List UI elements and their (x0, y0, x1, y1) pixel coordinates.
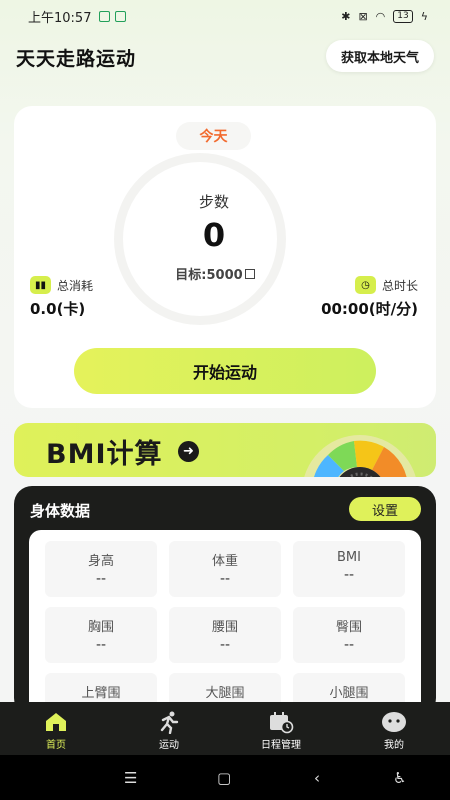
body-metric-height[interactable]: 身高 -- (45, 541, 157, 597)
home-square-icon[interactable]: ▢ (217, 769, 231, 787)
wifi-icon: ◠ (375, 9, 386, 23)
metric-label: 胸围 (87, 620, 114, 635)
charging-icon: ϟ (420, 9, 428, 23)
steps-value: 0 (202, 216, 226, 254)
nav-label: 我的 (384, 740, 404, 751)
calories-label: 总消耗 (57, 278, 94, 293)
body-metric-bmi[interactable]: BMI -- (293, 541, 405, 597)
body-metric-weight[interactable]: 体重 -- (169, 541, 281, 597)
nav-label: 日程管理 (261, 740, 301, 751)
goal-text: 目标:5000 (175, 268, 243, 283)
nav-label: 运动 (159, 740, 179, 751)
metric-value: -- (219, 571, 231, 587)
metric-label: BMI (337, 550, 361, 565)
system-nav-bar: ☰ ▢ ‹ ♿ (0, 755, 450, 800)
body-metric-hip[interactable]: 臀围 -- (293, 607, 405, 663)
bluetooth-icon: ✱ (341, 9, 351, 23)
metric-value: -- (95, 571, 107, 587)
steps-label: 步数 (198, 193, 229, 211)
start-exercise-button[interactable]: 开始运动 (74, 348, 376, 394)
nav-item-schedule[interactable]: 日程管理 (231, 702, 331, 755)
calories-stat: ▮▮ 总消耗 0.0(卡) (30, 276, 93, 319)
back-icon[interactable]: ‹ (314, 769, 320, 787)
menu-icon[interactable]: ☰ (124, 769, 137, 787)
duration-value: 00:00(时/分) (321, 300, 418, 318)
settings-button[interactable]: 设置 (349, 497, 421, 521)
metric-value: -- (219, 637, 231, 653)
nav-item-exercise[interactable]: 运动 (119, 702, 219, 755)
notification-icon (99, 10, 111, 22)
accessibility-icon[interactable]: ♿ (393, 769, 406, 787)
calories-value: 0.0(卡) (30, 300, 86, 318)
bottom-nav: 首页 运动 日程管理 我的 (0, 702, 450, 755)
metric-label: 身高 (87, 554, 114, 569)
bar-chart-icon: ▮▮ (30, 276, 51, 294)
body-data-title: 身体数据 (30, 502, 91, 520)
edit-icon[interactable] (244, 269, 255, 279)
nav-item-profile[interactable]: 我的 (344, 702, 444, 755)
metric-label: 大腿围 (205, 686, 245, 701)
metric-value: -- (95, 637, 107, 653)
nav-label: 首页 (46, 740, 66, 751)
sim-icon: ⊠ (358, 9, 368, 23)
running-icon (156, 710, 182, 734)
bmi-banner[interactable]: BMI计算 ➜ (14, 423, 436, 477)
calendar-icon (268, 710, 294, 734)
status-time: 上午10:57 (28, 10, 92, 26)
body-metric-waist[interactable]: 腰围 -- (169, 607, 281, 663)
duration-label: 总时长 (381, 278, 418, 293)
bmi-gauge-icon (304, 435, 416, 477)
metric-value: -- (343, 567, 355, 583)
get-weather-button[interactable]: 获取本地天气 (325, 40, 434, 72)
metric-value: -- (343, 637, 355, 653)
step-goal[interactable]: 目标:5000 (140, 264, 290, 283)
bmi-title: BMI计算 (46, 439, 163, 470)
notification-icon (115, 10, 127, 22)
clock-icon: ◷ (354, 276, 376, 294)
profile-icon (381, 710, 407, 734)
nav-item-home[interactable]: 首页 (6, 702, 106, 755)
home-icon (43, 710, 69, 734)
status-bar: 上午10:57 ✱ ⊠ ◠ 13 ϟ (0, 0, 450, 32)
arrow-right-icon: ➜ (178, 441, 199, 462)
duration-stat: ◷ 总时长 00:00(时/分) (321, 276, 418, 319)
metric-label: 小腿围 (329, 686, 369, 701)
metric-label: 上臂围 (81, 686, 121, 701)
today-badge[interactable]: 今天 (176, 122, 251, 150)
app-title: 天天走路运动 (16, 48, 137, 70)
metric-label: 体重 (211, 554, 238, 569)
body-metric-chest[interactable]: 胸围 -- (45, 607, 157, 663)
battery-icon: 13 (393, 9, 413, 23)
metric-label: 臀围 (335, 620, 362, 635)
metric-label: 腰围 (211, 620, 238, 635)
